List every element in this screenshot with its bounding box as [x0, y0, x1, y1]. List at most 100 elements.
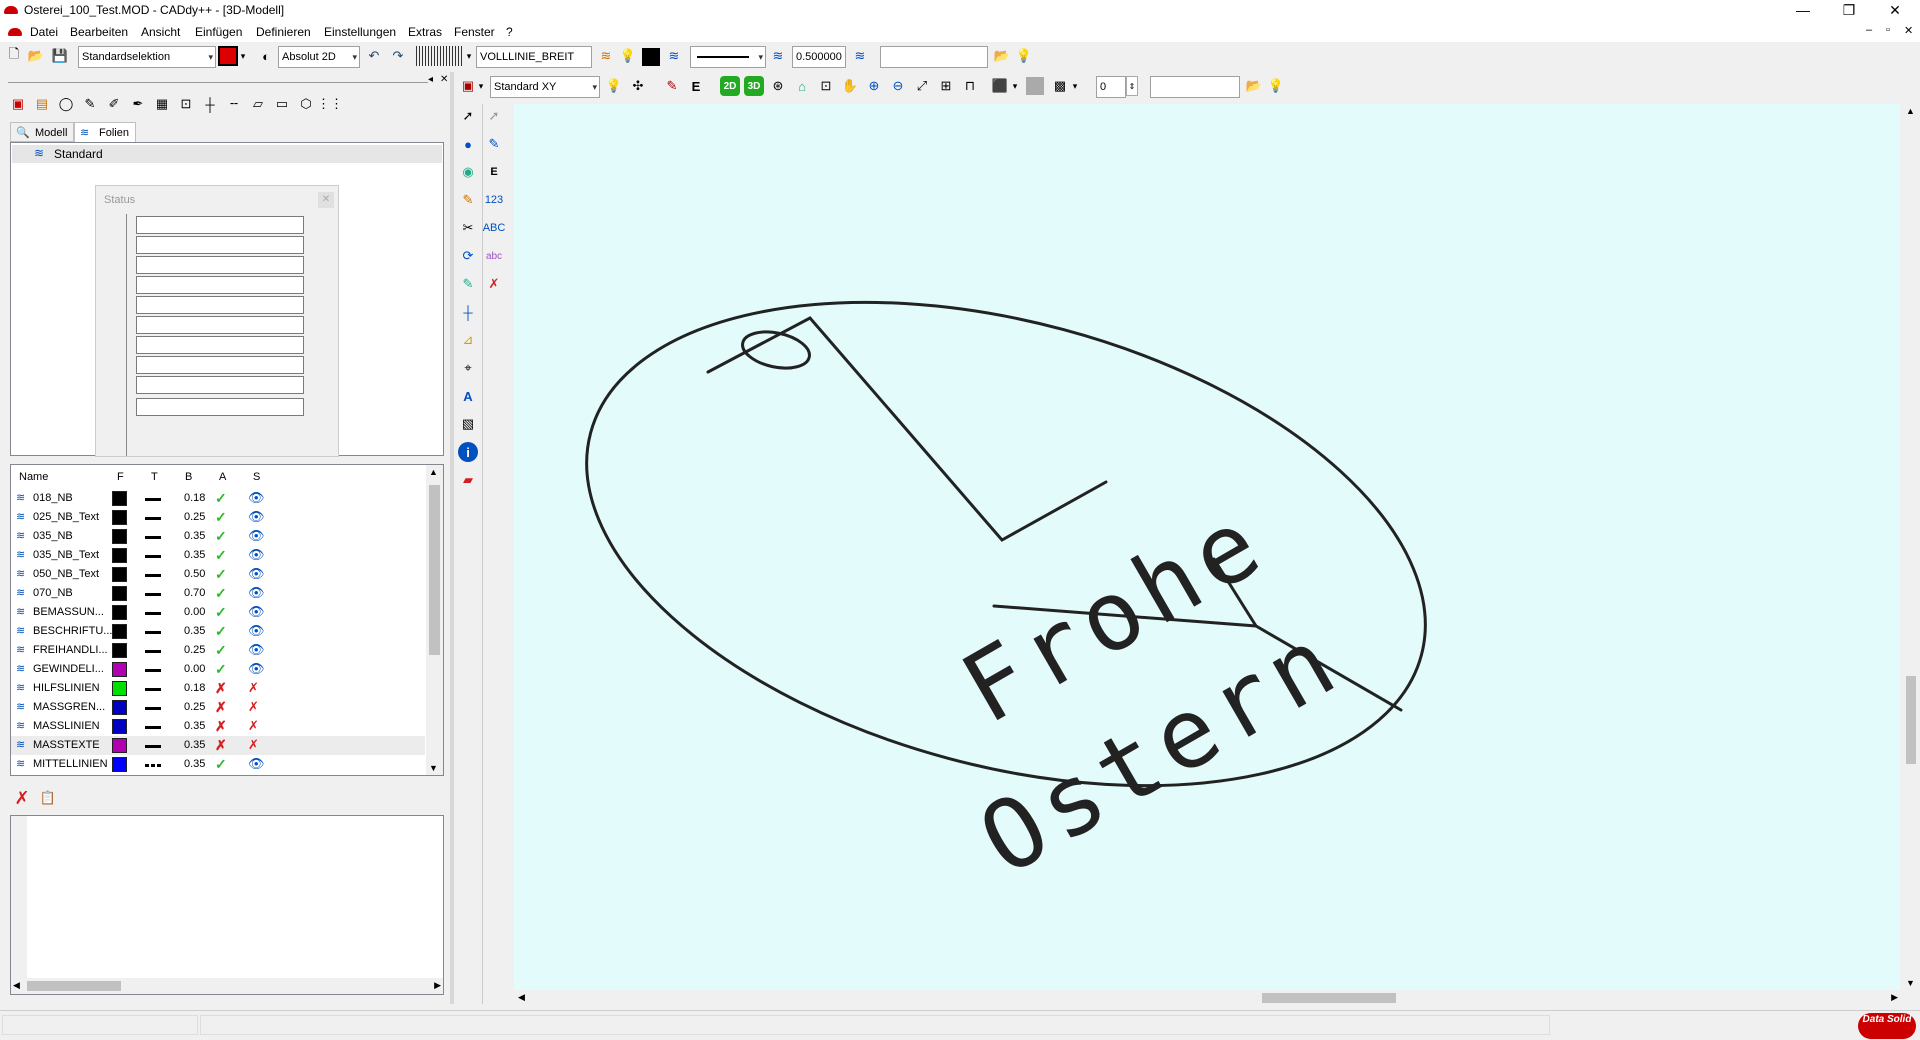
- menu-fenster[interactable]: Fenster: [454, 25, 495, 39]
- layer-linetype-icon[interactable]: [145, 764, 161, 767]
- clipboard-icon[interactable]: 📋: [38, 788, 58, 808]
- status-field[interactable]: [136, 276, 304, 294]
- abc-strike-icon[interactable]: abc: [484, 246, 504, 266]
- grid-dots-icon[interactable]: ⋮⋮: [317, 94, 343, 114]
- hatch-icon[interactable]: ▧: [458, 414, 478, 434]
- col-header-name[interactable]: Name: [19, 471, 48, 483]
- text-abc-icon[interactable]: ABC: [483, 218, 506, 238]
- scroll-thumb[interactable]: [429, 485, 440, 655]
- col-header-weight[interactable]: B: [185, 471, 192, 483]
- scroll-up-icon[interactable]: ▲: [1906, 106, 1915, 116]
- layer-visibility-toggle[interactable]: ✗: [248, 718, 259, 734]
- layer-active-toggle[interactable]: ✓: [215, 661, 227, 678]
- eraser-icon[interactable]: ▰: [458, 470, 478, 490]
- layer-row[interactable]: ≋ MASSLINIEN 0.35 ✗ ✗: [11, 717, 425, 736]
- dimension-icon[interactable]: ⊡: [176, 94, 196, 114]
- status-field[interactable]: [136, 256, 304, 274]
- layer-table-scrollbar[interactable]: ▲ ▼: [426, 465, 443, 775]
- measure-icon[interactable]: ⌖: [458, 358, 478, 378]
- zoom-window-icon[interactable]: ⊡: [816, 76, 836, 96]
- status-field[interactable]: [136, 296, 304, 314]
- restore-button[interactable]: ❐: [1826, 0, 1872, 22]
- layer-color-swatch[interactable]: [112, 491, 127, 506]
- panel-pin-icon[interactable]: ◂: [428, 74, 433, 85]
- menu-einstellungen[interactable]: Einstellungen: [324, 25, 396, 39]
- layer-linetype-icon[interactable]: [145, 726, 161, 729]
- edit-icon[interactable]: ✐: [104, 94, 124, 114]
- dropdown-arrow-icon[interactable]: ▾: [238, 46, 248, 66]
- close-button[interactable]: ✕: [1872, 0, 1918, 22]
- snap-icon[interactable]: ✣: [628, 76, 648, 96]
- layer-linetype-icon[interactable]: [145, 574, 161, 577]
- delete-text-icon[interactable]: ✗: [484, 274, 504, 294]
- view-2d-button[interactable]: 2D: [720, 76, 740, 96]
- coord-mode-icon[interactable]: ◐: [256, 46, 276, 66]
- level-spinner-icon[interactable]: ⇕: [1126, 76, 1138, 96]
- drawing-canvas[interactable]: Frohe Ostern: [514, 104, 1900, 990]
- col-header-show[interactable]: S: [253, 471, 260, 483]
- cube-icon[interactable]: ⬡: [296, 94, 316, 114]
- view-cube-icon[interactable]: ▣: [458, 76, 478, 96]
- layer-color-swatch[interactable]: [112, 605, 127, 620]
- lightbulb-icon[interactable]: 💡: [604, 76, 624, 96]
- circle-tool-icon[interactable]: ◯: [56, 94, 76, 114]
- col-header-color[interactable]: F: [117, 471, 124, 483]
- lightbulb-icon[interactable]: 💡: [1266, 76, 1286, 96]
- layer-color-swatch[interactable]: [112, 567, 127, 582]
- scroll-down-icon[interactable]: ▼: [429, 763, 438, 773]
- cube-shade-icon[interactable]: ⬛: [990, 76, 1010, 96]
- layer-visibility-toggle[interactable]: 👁: [248, 585, 265, 601]
- layer-visibility-toggle[interactable]: 👁: [248, 661, 265, 677]
- crosshair-icon[interactable]: ┼: [200, 94, 220, 114]
- layer-visibility-toggle[interactable]: ✗: [248, 680, 259, 696]
- mdi-close-button[interactable]: ✕: [1904, 24, 1913, 37]
- layer-color-swatch[interactable]: [112, 700, 127, 715]
- layer-tree-icon[interactable]: ▤: [32, 94, 52, 114]
- layer-linetype-icon[interactable]: [145, 612, 161, 615]
- layer-row[interactable]: ≋ 018_NB 0.18 ✓ 👁: [11, 489, 425, 508]
- layer-row[interactable]: ≋ GEWINDELI... 0.00 ✓ 👁: [11, 660, 425, 679]
- layer-active-toggle[interactable]: ✗: [215, 737, 227, 754]
- layer-active-toggle[interactable]: ✓: [215, 528, 227, 545]
- panel-close-icon[interactable]: ✕: [440, 74, 448, 85]
- scroll-left-icon[interactable]: ◀: [518, 992, 525, 1003]
- table-icon[interactable]: ▦: [152, 94, 172, 114]
- status-field[interactable]: [136, 356, 304, 374]
- pencil-icon[interactable]: ✎: [458, 190, 478, 210]
- rotate-icon[interactable]: ⟳: [458, 246, 478, 266]
- mdi-restore-button[interactable]: ▫: [1886, 24, 1890, 36]
- layer-color-swatch[interactable]: [112, 757, 127, 772]
- view-select[interactable]: Standard XY ▾: [490, 76, 600, 98]
- menu-einfuegen[interactable]: Einfügen: [195, 25, 242, 39]
- layer-visibility-toggle[interactable]: 👁: [248, 528, 265, 544]
- layer-color-swatch[interactable]: [112, 719, 127, 734]
- app-menu-icon[interactable]: [8, 28, 22, 36]
- layer-linetype-icon[interactable]: [145, 517, 161, 520]
- layer-linetype-icon[interactable]: [145, 669, 161, 672]
- layer-linetype-icon[interactable]: [145, 536, 161, 539]
- canvas-vscrollbar[interactable]: ▲ ▼: [1902, 104, 1920, 990]
- layer-row[interactable]: ≋ FREIHANDLI... 0.25 ✓ 👁: [11, 641, 425, 660]
- rectangle-icon[interactable]: ▭: [272, 94, 292, 114]
- layer-visibility-toggle[interactable]: 👁: [248, 642, 265, 658]
- layer-color-swatch[interactable]: [112, 681, 127, 696]
- layer-linetype-icon[interactable]: [145, 555, 161, 558]
- pan-hand-icon[interactable]: ✋: [840, 76, 860, 96]
- zoom-in-icon[interactable]: ⊕: [864, 76, 884, 96]
- layer-row[interactable]: ≋ 035_NB_Text 0.35 ✓ 👁: [11, 546, 425, 565]
- text-edit-icon[interactable]: E: [484, 162, 504, 182]
- layer-row[interactable]: ≋ 050_NB_Text 0.50 ✓ 👁: [11, 565, 425, 584]
- minimize-button[interactable]: —: [1780, 0, 1826, 22]
- layer-active-toggle[interactable]: ✓: [215, 566, 227, 583]
- edit-e-icon[interactable]: E: [686, 76, 706, 96]
- layer-color-swatch[interactable]: [112, 510, 127, 525]
- scroll-left-icon[interactable]: ◀: [13, 980, 20, 991]
- scroll-thumb[interactable]: [27, 981, 121, 991]
- dashed-line-icon[interactable]: ╌: [224, 94, 244, 114]
- folder-icon[interactable]: 📂: [992, 46, 1012, 66]
- hatch-grid-icon[interactable]: ▩: [1050, 76, 1070, 96]
- layer-color-swatch[interactable]: [112, 738, 127, 753]
- layer-row[interactable]: ≋ MASSTEXTE 0.35 ✗ ✗: [11, 736, 425, 755]
- scroll-up-icon[interactable]: ▲: [429, 467, 438, 477]
- layer-color-swatch[interactable]: [112, 624, 127, 639]
